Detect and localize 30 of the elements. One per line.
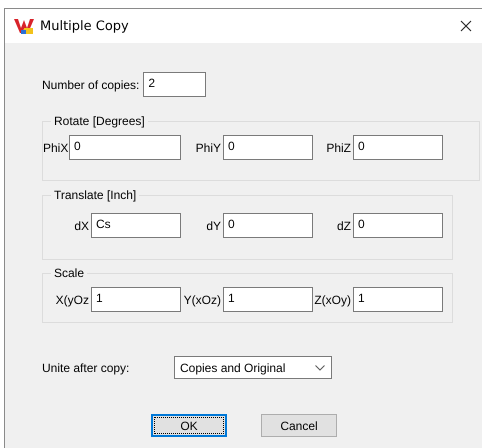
- field-label: Z(xOy): [313, 292, 351, 306]
- dropdown[interactable]: Copies and Original: [174, 356, 332, 379]
- window-title: Multiple Copy: [40, 18, 129, 34]
- input-field[interactable]: 0: [353, 135, 443, 160]
- input-field[interactable]: 0: [223, 213, 313, 238]
- field-label: PhiX: [43, 140, 67, 154]
- field-label: dX: [73, 218, 89, 232]
- dialog-button[interactable]: OK: [151, 414, 227, 437]
- group-title: Rotate [Degrees]: [51, 113, 148, 129]
- field-label: X(yOz: [54, 292, 89, 306]
- input-field[interactable]: 0: [353, 213, 443, 238]
- input-field[interactable]: Cs: [91, 213, 181, 238]
- input-field[interactable]: 2: [143, 72, 206, 97]
- close-icon[interactable]: [460, 20, 472, 32]
- field-label: PhiZ: [325, 140, 351, 154]
- input-field[interactable]: 1: [353, 287, 443, 312]
- input-field[interactable]: 1: [91, 287, 181, 312]
- field-label: Y(xOz): [182, 292, 221, 306]
- field-label: Unite after copy:: [42, 360, 130, 374]
- app-logo-icon: [13, 17, 35, 35]
- field-label: PhiY: [194, 140, 221, 154]
- field-label: dY: [205, 218, 221, 232]
- group-title: Translate [Inch]: [51, 187, 140, 203]
- input-field[interactable]: 0: [69, 135, 181, 160]
- field-label: Number of copies:: [42, 78, 140, 92]
- field-label: dZ: [336, 218, 351, 232]
- chevron-down-icon: [315, 364, 325, 370]
- dialog-button[interactable]: Cancel: [261, 414, 337, 437]
- input-field[interactable]: 1: [223, 287, 313, 312]
- input-field[interactable]: 0: [223, 135, 313, 160]
